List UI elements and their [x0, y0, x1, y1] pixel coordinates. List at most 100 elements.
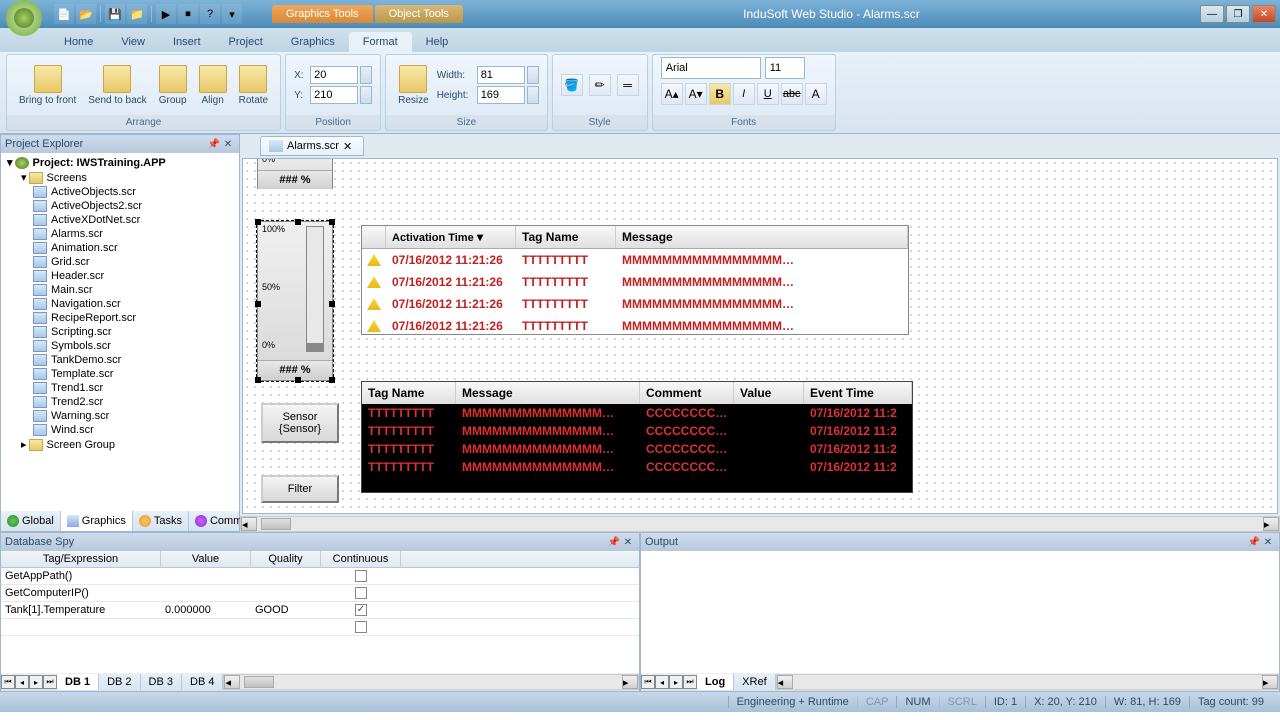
spy-nav-last[interactable]: ⏭ — [43, 675, 57, 689]
width-input[interactable] — [477, 66, 525, 84]
maximize-button[interactable]: ❐ — [1226, 5, 1250, 23]
pin-icon[interactable]: 📌 — [607, 535, 621, 549]
db-spy-table[interactable]: Tag/Expression Value Quality Continuous … — [1, 551, 639, 673]
resize-button[interactable]: Resize — [394, 63, 433, 108]
open-icon[interactable]: 📂 — [76, 4, 96, 24]
tree-item-screen[interactable]: Trend2.scr — [3, 395, 237, 409]
project-tree[interactable]: ▾Project: IWSTraining.APP ▾Screens Activ… — [1, 153, 239, 511]
canvas-scrollbar-h[interactable]: ◂▸ — [240, 516, 1280, 532]
tree-item-screen[interactable]: Navigation.scr — [3, 297, 237, 311]
tree-item-screen[interactable]: Scripting.scr — [3, 325, 237, 339]
tree-item-screen[interactable]: Animation.scr — [3, 241, 237, 255]
col2-message[interactable]: Message — [456, 382, 640, 404]
tab-project[interactable]: Project — [215, 32, 277, 52]
col2-value[interactable]: Value — [734, 382, 804, 404]
bring-to-front-button[interactable]: Bring to front — [15, 63, 80, 108]
panel-close-button[interactable]: ✕ — [221, 137, 235, 151]
align-button[interactable]: Align — [195, 63, 231, 108]
width-spinner[interactable] — [527, 66, 539, 84]
out-nav-first[interactable]: ⏮ — [641, 675, 655, 689]
tree-item-screen[interactable]: Grid.scr — [3, 255, 237, 269]
col-activation-time[interactable]: Activation Time ▾ — [386, 226, 516, 248]
y-spinner[interactable] — [360, 86, 372, 104]
alarm-grid-lower[interactable]: Tag Name Message Comment Value Event Tim… — [361, 381, 913, 493]
spy-tab-db2[interactable]: DB 2 — [99, 674, 140, 690]
spy-tab-db4[interactable]: DB 4 — [182, 674, 223, 690]
font-grow-button[interactable]: A▴ — [661, 83, 683, 105]
tree-item-screen[interactable]: RecipeReport.scr — [3, 311, 237, 325]
spy-nav-next[interactable]: ▸ — [29, 675, 43, 689]
graphics-tools-tab[interactable]: Graphics Tools — [272, 5, 373, 23]
tree-folder-screens[interactable]: ▾Screens — [3, 170, 237, 185]
continuous-checkbox[interactable] — [355, 570, 367, 582]
pin-icon[interactable]: 📌 — [207, 137, 221, 151]
font-size-select[interactable] — [765, 57, 805, 79]
spy-row[interactable]: GetComputerIP() — [1, 585, 639, 602]
col2-event-time[interactable]: Event Time — [804, 382, 912, 404]
tab-help[interactable]: Help — [412, 32, 463, 52]
object-tools-tab[interactable]: Object Tools — [375, 5, 463, 23]
font-shrink-button[interactable]: A▾ — [685, 83, 707, 105]
alarm-row[interactable]: 07/16/2012 11:21:26TTTTTTTTTMMMMMMMMMMMM… — [362, 271, 908, 293]
spy-col-quality[interactable]: Quality — [251, 551, 321, 567]
fill-color-button[interactable]: 🪣 — [561, 74, 583, 96]
spy-row[interactable]: GetAppPath() — [1, 568, 639, 585]
tree-item-screen[interactable]: Wind.scr — [3, 423, 237, 437]
spy-col-tag[interactable]: Tag/Expression — [1, 551, 161, 567]
tree-item-screen[interactable]: Symbols.scr — [3, 339, 237, 353]
height-spinner[interactable] — [527, 86, 539, 104]
pe-tab-global[interactable]: Global — [1, 511, 61, 531]
continuous-checkbox[interactable] — [355, 587, 367, 599]
tree-folder-screen-group[interactable]: ▸Screen Group — [3, 437, 237, 452]
height-input[interactable] — [477, 86, 525, 104]
x-input[interactable] — [310, 66, 358, 84]
out-nav-prev[interactable]: ◂ — [655, 675, 669, 689]
col-message[interactable]: Message — [616, 226, 908, 248]
continuous-checkbox[interactable] — [355, 621, 367, 633]
tree-item-screen[interactable]: Warning.scr — [3, 409, 237, 423]
alarm-row[interactable]: 07/16/2012 11:21:26TTTTTTTTTMMMMMMMMMMMM… — [362, 249, 908, 271]
tree-item-screen[interactable]: Alarms.scr — [3, 227, 237, 241]
tree-item-screen[interactable]: ActiveObjects.scr — [3, 185, 237, 199]
alarm-row[interactable]: TTTTTTTTTMMMMMMMMMMMMMM…CCCCCCCC…07/16/2… — [362, 422, 912, 440]
spy-col-continuous[interactable]: Continuous — [321, 551, 401, 567]
bold-button[interactable]: B — [709, 83, 731, 105]
spy-col-value[interactable]: Value — [161, 551, 251, 567]
alarm-row[interactable]: TTTTTTTTTMMMMMMMMMMMMMM…CCCCCCCC…07/16/2… — [362, 404, 912, 422]
send-to-back-button[interactable]: Send to back — [84, 63, 150, 108]
italic-button[interactable]: I — [733, 83, 755, 105]
tree-item-screen[interactable]: Header.scr — [3, 269, 237, 283]
app-menu-orb[interactable] — [6, 0, 42, 36]
underline-button[interactable]: U — [757, 83, 779, 105]
design-canvas[interactable]: 0% ### % 100% 50% 0% ### % — [242, 158, 1278, 514]
run-icon[interactable]: ▶ — [156, 4, 176, 24]
line-style-button[interactable]: ═ — [617, 74, 639, 96]
document-tab-close[interactable]: ✕ — [343, 140, 355, 152]
x-spinner[interactable] — [360, 66, 372, 84]
document-tab[interactable]: Alarms.scr ✕ — [260, 136, 364, 156]
font-name-select[interactable] — [661, 57, 761, 79]
tree-item-screen[interactable]: ActiveObjects2.scr — [3, 199, 237, 213]
qa-dropdown-icon[interactable]: ▾ — [222, 4, 242, 24]
output-tab-log[interactable]: Log — [697, 674, 734, 690]
help-icon[interactable]: ? — [200, 4, 220, 24]
minimize-button[interactable]: — — [1200, 5, 1224, 23]
pe-tab-graphics[interactable]: Graphics — [61, 511, 133, 531]
spy-tab-db3[interactable]: DB 3 — [141, 674, 182, 690]
y-input[interactable] — [310, 86, 358, 104]
spy-nav-first[interactable]: ⏮ — [1, 675, 15, 689]
tree-item-screen[interactable]: TankDemo.scr — [3, 353, 237, 367]
tab-view[interactable]: View — [107, 32, 159, 52]
alarm-grid-upper[interactable]: Activation Time ▾ Tag Name Message 07/16… — [361, 225, 909, 335]
gauge-widget-selected[interactable]: 100% 50% 0% ### % — [257, 221, 333, 381]
strikethrough-button[interactable]: abc — [781, 83, 803, 105]
out-nav-last[interactable]: ⏭ — [683, 675, 697, 689]
pin-icon[interactable]: 📌 — [1247, 535, 1261, 549]
alarm-row[interactable]: TTTTTTTTTMMMMMMMMMMMMMM…CCCCCCCC…07/16/2… — [362, 458, 912, 476]
out-nav-next[interactable]: ▸ — [669, 675, 683, 689]
panel-close-button[interactable]: ✕ — [621, 535, 635, 549]
spy-row[interactable]: Tank[1].Temperature0.000000GOOD — [1, 602, 639, 619]
col-tag-name[interactable]: Tag Name — [516, 226, 616, 248]
tree-root[interactable]: ▾Project: IWSTraining.APP — [3, 155, 237, 170]
panel-close-button[interactable]: ✕ — [1261, 535, 1275, 549]
